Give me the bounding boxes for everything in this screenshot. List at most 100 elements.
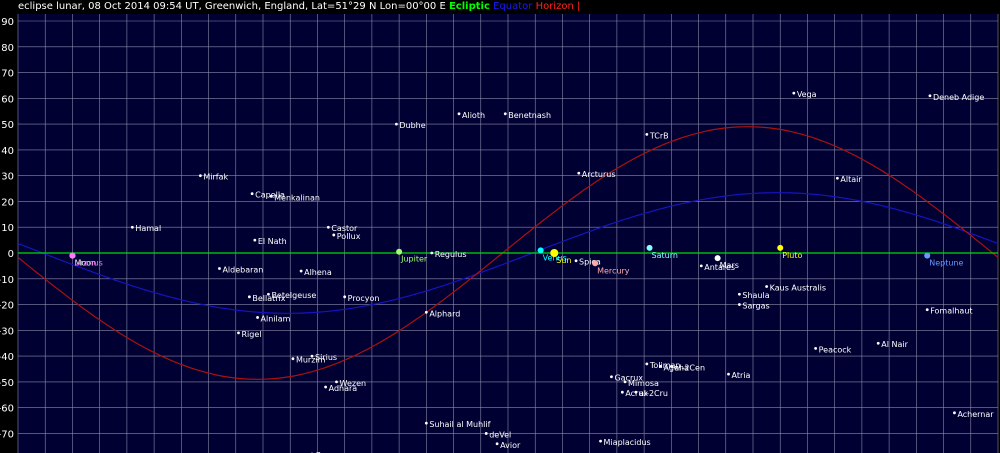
star-point xyxy=(256,316,259,319)
body-label: Jupiter xyxy=(400,255,428,264)
star-label: Alhena xyxy=(304,268,332,277)
star-label: Suhail al Muhlif xyxy=(429,420,490,429)
star-label: El Nath xyxy=(258,237,287,246)
star-label: al-2Cen xyxy=(674,363,705,372)
star-point xyxy=(332,233,336,237)
star-label: Regulus xyxy=(435,250,467,259)
star-label: Alioth xyxy=(462,111,485,120)
star-point xyxy=(247,295,251,299)
legend-horizon: Horizon xyxy=(535,1,574,12)
star-point xyxy=(343,295,347,299)
body-label: Sun xyxy=(556,256,571,265)
star-label: Hamal xyxy=(135,224,161,233)
star-point xyxy=(250,192,254,196)
star-label: Altair xyxy=(840,175,862,184)
y-tick-label: -50 xyxy=(0,378,14,389)
y-tick-label: 10 xyxy=(1,223,14,234)
star-label: Deneb Adige xyxy=(933,93,984,102)
star-point xyxy=(953,411,956,415)
y-tick-label: -20 xyxy=(0,301,14,312)
y-tick-label: 60 xyxy=(1,94,14,105)
body-label: Neptune xyxy=(929,259,963,268)
star-point xyxy=(424,310,428,314)
star-point xyxy=(835,176,839,180)
star-label: Adhara xyxy=(329,384,358,393)
star-point xyxy=(198,174,202,178)
star-point xyxy=(634,390,638,394)
star-point xyxy=(424,421,428,425)
star-point xyxy=(130,225,134,229)
legend-separator: | xyxy=(576,1,581,12)
y-tick-label: 70 xyxy=(1,69,14,80)
star-point xyxy=(645,362,649,366)
star-label: Atria xyxy=(732,371,751,380)
y-tick-label: -70 xyxy=(0,429,14,440)
star-point xyxy=(599,439,602,443)
title-bar: eclipse lunar, 08 Oct 2014 09:54 UT, Gre… xyxy=(0,0,1000,14)
star-point xyxy=(267,292,270,296)
star-point xyxy=(669,365,673,368)
star-point xyxy=(623,380,627,384)
chart-title: eclipse lunar, 08 Oct 2014 09:54 UT, Gre… xyxy=(18,1,446,12)
y-tick-label: -30 xyxy=(0,326,14,337)
star-label: Alnilam xyxy=(261,314,291,323)
y-tick-label: -10 xyxy=(0,275,14,286)
star-point xyxy=(218,267,221,270)
star-label: Alphard xyxy=(429,309,460,318)
star-label: Menkalinan xyxy=(274,193,320,202)
body-label: Pluto xyxy=(782,251,802,260)
star-label: Procyon xyxy=(348,294,380,303)
star-label: TCrB xyxy=(649,131,669,140)
star-point xyxy=(737,292,741,296)
body-label: Mercury xyxy=(597,266,630,275)
star-point xyxy=(925,308,929,312)
star-point xyxy=(503,112,507,116)
star-point xyxy=(394,122,398,126)
star-label: Mimosa xyxy=(628,379,659,388)
y-tick-label: -40 xyxy=(0,352,14,363)
star-point xyxy=(928,94,932,98)
star-point xyxy=(876,341,880,345)
star-label: Dubhe xyxy=(399,121,425,130)
star-label: Rigel xyxy=(242,330,262,339)
star-point xyxy=(326,225,330,229)
star-point xyxy=(792,91,796,95)
body-label: Saturn xyxy=(652,251,678,260)
star-point xyxy=(737,303,741,306)
star-label: Betelgeuse xyxy=(271,291,316,300)
body-label: Uranus xyxy=(74,259,102,268)
star-label: Fomalhaut xyxy=(930,307,972,316)
star-label: Mirfak xyxy=(203,173,228,182)
star-point xyxy=(457,112,461,116)
star-label: Benetnash xyxy=(508,111,551,120)
sky-chart: 90 80 70 60 50 40 30 20 10 0 -10 -20 -30 -40 -50 -60 -70… xyxy=(0,14,1000,453)
legend-ecliptic: Ecliptic xyxy=(448,1,490,12)
y-tick-label: 90 xyxy=(1,17,14,28)
star-point xyxy=(699,264,703,268)
star-label: Aldebaran xyxy=(222,265,263,274)
star-label: Sargas xyxy=(742,302,769,311)
star-point xyxy=(577,171,581,175)
star-label: deVel xyxy=(489,430,511,439)
star-label: al-2Cru xyxy=(639,389,668,398)
y-tick-label: 50 xyxy=(1,120,14,131)
star-label: Miaplacidus xyxy=(604,438,651,447)
legend-equator: Equator xyxy=(493,1,533,12)
star-label: Avior xyxy=(500,441,521,450)
y-tick-label: 80 xyxy=(1,43,14,54)
star-label: Achernar xyxy=(957,410,994,419)
y-tick-label: 20 xyxy=(1,197,14,208)
star-point xyxy=(253,238,257,242)
star-label: Vega xyxy=(797,90,817,99)
star-point xyxy=(659,365,662,368)
y-tick-label: 30 xyxy=(1,172,14,183)
star-label: Arcturus xyxy=(582,170,616,179)
star-point xyxy=(574,259,578,263)
star-point xyxy=(765,285,769,288)
star-point xyxy=(645,133,649,136)
star-label: Pollux xyxy=(337,232,361,241)
star-point xyxy=(324,385,328,389)
star-point xyxy=(610,375,613,379)
star-point xyxy=(484,432,488,435)
star-point xyxy=(291,357,295,361)
